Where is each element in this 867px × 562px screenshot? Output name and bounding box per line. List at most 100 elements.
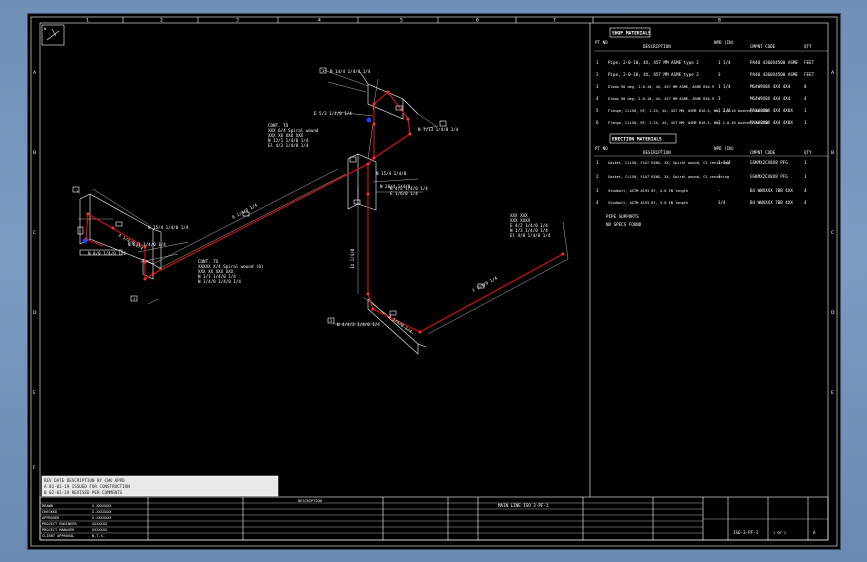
svg-text:8: 8 [804, 84, 807, 89]
svg-text:-: - [718, 188, 721, 193]
svg-text:XXXXXXX: XXXXXXX [92, 522, 108, 526]
zone-a: A [33, 70, 37, 76]
dimension-2: 9 1/4/0 1/4 [231, 202, 258, 220]
svg-text:3/4: 3/4 [718, 200, 726, 205]
shop-row: 6 Flange, CL150, RF, 1-2X, 4X, 457 MM, A… [596, 120, 807, 125]
svg-text:1: 1 [804, 108, 807, 113]
zone-b-right: B [831, 150, 834, 156]
zone-a-right: A [831, 70, 835, 76]
svg-text:1 1/4: 1 1/4 [718, 160, 731, 165]
svg-text:Pipe, 2-0-10, 4X, 457 MM ASME: Pipe, 2-0-10, 4X, 457 MM ASME type 2 [608, 72, 699, 77]
svg-text:X.XXXXXXX: X.XXXXXXX [92, 516, 112, 520]
annotation-a2-line2: N 7/13 1/4/0 1/4 [418, 127, 459, 132]
erection-row: 4 Studbolt, ASTM A193 B7, 4.0 IN length … [596, 200, 807, 205]
svg-text:PA40 4360X4500 ASME: PA40 4360X4500 ASME [750, 72, 798, 77]
title-block-rows [40, 502, 828, 534]
svg-text:DESCRIPTION: DESCRIPTION [643, 150, 671, 155]
shop-row: 3 Elbow 90 deg, 2-0-10, 4X, 457 MM ASME,… [596, 84, 807, 89]
svg-text:1: 1 [804, 160, 807, 165]
svg-text:1 1/4: 1 1/4 [718, 108, 731, 113]
svg-text:CMPNT CODE: CMPNT CODE [750, 44, 776, 49]
svg-text:3: 3 [718, 96, 721, 101]
svg-text:MG4W9X8X 4X4 4X4: MG4W9X8X 4X4 4X4 [750, 84, 791, 89]
title-description: DESCRIPTION [298, 499, 322, 503]
svg-text:QTY: QTY [804, 150, 812, 155]
zone-2: 2 [160, 18, 163, 24]
zone-d: D [33, 310, 37, 316]
svg-text:XXXXXXX: XXXXXXX [92, 528, 108, 532]
revision-letter: A [813, 530, 816, 535]
sheet-number: 1 OF 1 [773, 531, 786, 535]
annotations: 1 N 14/4 1/4/0 1/4 E 5/3 1/4/0 1/4 N 7/1… [88, 69, 551, 334]
svg-text:PROJECT ENGINEER: PROJECT ENGINEER [42, 522, 77, 526]
svg-text:PT NO: PT NO [595, 146, 608, 151]
svg-text:1: 1 [596, 160, 599, 165]
shop-materials-title: SHOP MATERIALS [612, 31, 651, 37]
svg-text:5: 5 [596, 108, 599, 113]
tag-8: 1 [133, 297, 135, 301]
revision-block: REV DATE DESCRIPTION BY CHK APPD A 01-01… [41, 475, 279, 497]
svg-text:1 1/4: 1 1/4 [718, 84, 731, 89]
shop-row: 1 Pipe, 2-0-10, 4X, 457 MM ASME type 2 1… [596, 60, 815, 65]
svg-text:DRAWN: DRAWN [42, 504, 53, 508]
svg-text:1: 1 [804, 120, 807, 125]
erection-row: 2 Gasket, CL150, FLAT RING, 3X, Spiral w… [596, 174, 807, 179]
weld-points [84, 90, 565, 334]
svg-text:4: 4 [804, 188, 807, 193]
svg-text:3: 3 [596, 84, 599, 89]
shop-row: 2 Pipe, 2-0-10, 4X, 457 MM ASME type 2 3… [596, 72, 815, 77]
erection-materials-title: ERECTION MATERIALS [612, 137, 662, 143]
svg-text:Elbow 90 deg, 2-0-10, 4X, 457: Elbow 90 deg, 2-0-10, 4X, 457 MM ASME, A… [608, 85, 714, 89]
svg-text:MG4W9X8X 4X4 4X4: MG4W9X8X 4X4 4X4 [750, 96, 791, 101]
title-block [39, 496, 829, 541]
line-id: MAIN LINE ISO 3-PF-1 [498, 503, 549, 508]
svg-text:QTY: QTY [804, 44, 812, 49]
zone-c-right: C [831, 230, 834, 236]
annotation-a1: N 14/4 1/4/0 1/4 [330, 69, 371, 74]
zone-numbers-top: 1 2 3 4 5 6 7 8 [86, 18, 721, 24]
svg-text:4: 4 [804, 200, 807, 205]
zone-e: E [33, 390, 36, 396]
pipe-supports-text: NO SPECS FOUND [606, 222, 642, 227]
zone-3: 3 [236, 18, 239, 24]
svg-text:1: 1 [804, 174, 807, 179]
erection-row: 1 Gasket, CL150, FLAT RING, 3X, Spiral w… [596, 160, 807, 165]
dimension-3: 14 1/4/0 [350, 248, 355, 269]
svg-text:3: 3 [596, 188, 599, 193]
svg-text:1 1/4: 1 1/4 [718, 60, 731, 65]
annotation-a6-line1: N 15/4 1/4/0 1/4 [148, 225, 189, 230]
svg-text:N: N [44, 27, 46, 31]
erection-materials-table: ERECTION MATERIALS PT NO DESCRIPTION NPD… [594, 133, 828, 227]
svg-text:Gasket, CL150, FLAT RING, 3X,: Gasket, CL150, FLAT RING, 3X, Spiral wou… [608, 161, 729, 165]
dimension-4: 1 1/4/0 1/4 [471, 275, 498, 293]
svg-text:2: 2 [596, 174, 599, 179]
pipe-route [85, 91, 564, 333]
pipe-isometric-icon: N [41, 24, 65, 46]
svg-text:Elbow 90 deg, 2-0-10, 4X, 457: Elbow 90 deg, 2-0-10, 4X, 457 MM ASME, A… [608, 97, 714, 101]
svg-text:GSKMX2CX8X8 PFG: GSKMX2CX8X8 PFG [750, 174, 788, 179]
svg-text:MAX40X8X 4X4 4X8X: MAX40X8X 4X4 4X8X [750, 120, 793, 125]
valve-icon [82, 117, 372, 244]
drawing-number: ISO-3-PF-1 [733, 530, 759, 535]
svg-text:FEET: FEET [804, 72, 815, 77]
svg-text:4: 4 [596, 96, 599, 101]
svg-text:2: 2 [596, 72, 599, 77]
svg-text:Studbolt, ASTM A193 B7, 4.0 IN: Studbolt, ASTM A193 B7, 4.0 IN length [608, 189, 688, 193]
zone-c: C [33, 230, 36, 236]
svg-text:4: 4 [804, 96, 807, 101]
svg-text:CMPNT CODE: CMPNT CODE [750, 150, 776, 155]
annotation-a4-line1: N 15/4 1/4/0 [376, 171, 407, 176]
svg-text:X.XXXXXXX: X.XXXXXXX [92, 510, 112, 514]
zone-d-right: D [831, 310, 835, 316]
svg-text:B4 WWXXXX 7BB 4XX: B4 WWXXXX 7BB 4XX [750, 200, 793, 205]
svg-text:6: 6 [596, 120, 599, 125]
annotation-a3-line4: El 4/2 1/4/0 1/4 [268, 143, 309, 148]
svg-text:NPD (IN): NPD (IN) [714, 40, 734, 45]
sheet-border [30, 16, 838, 547]
svg-text:1: 1 [596, 60, 599, 65]
shop-row: 5 Flange, CL150, RF, 1-2X, 4X, 457 MM, A… [596, 108, 807, 113]
zone-ticks-top [122, 17, 594, 23]
svg-text:GSKMX2CX8X8 PFG: GSKMX2CX8X8 PFG [750, 160, 788, 165]
title-block-labels: DRAWN CHECKED APPROVED PROJECT ENGINEER … [42, 499, 816, 538]
svg-text:MAX40X8X 4X4 4X8X: MAX40X8X 4X4 4X8X [750, 108, 793, 113]
